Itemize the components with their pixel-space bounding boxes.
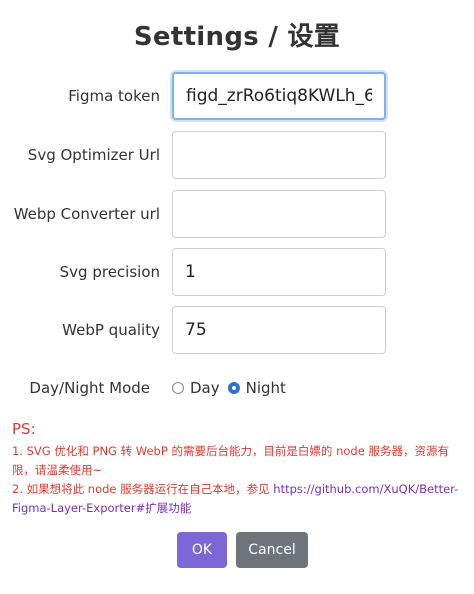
svg-precision-label: Svg precision — [59, 263, 160, 281]
day-night-radio-group: Day Night — [172, 372, 294, 404]
webp-converter-url-row: Webp Converter url — [0, 190, 474, 238]
webp-converter-url-input[interactable] — [172, 190, 386, 238]
night-radio-label: Night — [245, 379, 286, 397]
svg-optimizer-url-label: Svg Optimizer Url — [27, 146, 160, 164]
webp-quality-row: WebP quality — [0, 306, 474, 354]
day-radio-button[interactable] — [172, 382, 184, 394]
figma-token-label: Figma token — [68, 87, 160, 105]
ps-title: PS: — [12, 420, 36, 438]
ps-note-1: 1. SVG 优化和 PNG 转 WebP 的需要后台能力，目前是白嫖的 nod… — [12, 444, 449, 477]
svg-precision-input[interactable] — [172, 248, 386, 296]
ok-button[interactable]: OK — [177, 532, 227, 568]
day-radio-label: Day — [190, 379, 220, 397]
night-radio-option[interactable]: Night — [227, 379, 286, 397]
ps-note-2-text: 2. 如果想将此 node 服务器运行在自己本地，参见 — [12, 482, 274, 496]
svg-optimizer-url-input[interactable] — [172, 131, 386, 179]
day-radio-option[interactable]: Day — [172, 379, 220, 397]
figma-token-input[interactable] — [172, 72, 386, 120]
ps-note-2: 2. 如果想将此 node 服务器运行在自己本地，参见 https://gith… — [12, 480, 470, 518]
webp-quality-label: WebP quality — [62, 321, 160, 339]
page-title: Settings / 设置 — [133, 22, 341, 52]
cancel-button[interactable]: Cancel — [236, 532, 308, 568]
webp-converter-url-label: Webp Converter url — [13, 205, 160, 223]
day-night-mode-label: Day/Night Mode — [29, 379, 150, 397]
day-night-mode-row: Day/Night Mode Day Night — [0, 372, 474, 404]
webp-quality-input[interactable] — [172, 306, 386, 354]
svg-precision-row: Svg precision — [0, 248, 474, 296]
figma-token-row: Figma token — [0, 72, 474, 120]
night-radio-button[interactable] — [227, 382, 240, 394]
svg-optimizer-url-row: Svg Optimizer Url — [0, 131, 474, 179]
ps-notes: PS: 1. SVG 优化和 PNG 转 WebP 的需要后台能力，目前是白嫖的… — [12, 420, 470, 518]
